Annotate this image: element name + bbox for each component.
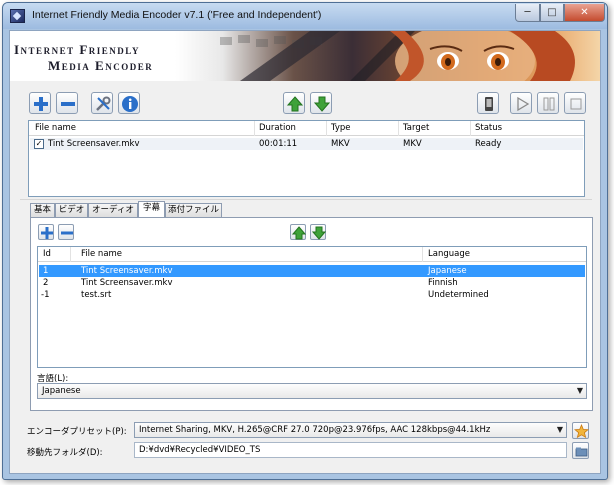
subtitle-id: 2 — [43, 278, 49, 288]
app-icon — [10, 9, 25, 23]
play-icon — [517, 96, 530, 112]
column-header-file-name[interactable]: File name — [35, 123, 76, 133]
remove-file-button[interactable] — [56, 92, 78, 114]
subtitle-move-down-button[interactable] — [310, 224, 326, 240]
subtitle-file: test.srt — [81, 290, 112, 300]
column-header-type[interactable]: Type — [331, 123, 351, 133]
pause-button[interactable] — [537, 92, 559, 114]
stop-icon — [570, 98, 582, 110]
move-down-button[interactable] — [310, 92, 332, 114]
column-header-duration[interactable]: Duration — [259, 123, 296, 133]
column-header-status[interactable]: Status — [475, 123, 502, 133]
banner-title-line1: Internet Friendly — [14, 42, 140, 57]
output-folder-input[interactable]: D:¥dvd¥Recycled¥VIDEO_TS — [134, 442, 567, 458]
row-type: MKV — [331, 139, 350, 149]
output-folder-value: D:¥dvd¥Recycled¥VIDEO_TS — [139, 445, 261, 455]
window-title: Internet Friendly Media Encoder v7.1 ('F… — [32, 9, 322, 21]
tools-icon — [96, 96, 111, 111]
add-icon — [41, 227, 53, 239]
move-up-button[interactable] — [283, 92, 305, 114]
remove-icon — [61, 102, 75, 106]
table-row[interactable]: ✓ Tint Screensaver.mkv 00:01:11 MKV MKV … — [30, 138, 583, 150]
settings-button[interactable] — [91, 92, 113, 114]
row-target: MKV — [403, 139, 422, 149]
add-icon — [34, 97, 48, 111]
tab-audio[interactable]: オーディオ — [88, 203, 138, 217]
remove-subtitle-button[interactable] — [58, 224, 74, 240]
browse-folder-button[interactable] — [572, 442, 589, 459]
remove-icon — [61, 231, 73, 235]
splitter[interactable] — [20, 199, 592, 200]
language-select-value: Japanese — [42, 386, 81, 396]
tab-subtitles[interactable]: 字幕 — [138, 201, 165, 217]
subtitle-language: Japanese — [428, 266, 467, 276]
row-checkbox[interactable]: ✓ — [34, 139, 44, 149]
stop-button[interactable] — [564, 92, 586, 114]
queue-list-header: File name Duration Type Target Status — [29, 121, 584, 136]
move-down-icon — [313, 96, 331, 112]
tab-basic[interactable]: 基本 — [30, 203, 55, 217]
banner-title-line2: Media Encoder — [48, 58, 154, 73]
move-up-icon — [292, 226, 306, 240]
preset-label: エンコーダプリセット(P): — [27, 427, 127, 437]
add-subtitle-button[interactable] — [38, 224, 54, 240]
subtitle-language: Undetermined — [428, 290, 489, 300]
table-row[interactable]: 2 Tint Screensaver.mkv Finnish — [39, 277, 585, 289]
subtitle-file: Tint Screensaver.mkv — [81, 266, 173, 276]
language-select[interactable]: Japanese ▼ — [37, 383, 587, 399]
title-bar[interactable]: Internet Friendly Media Encoder v7.1 ('F… — [3, 3, 607, 29]
add-file-button[interactable] — [29, 92, 51, 114]
info-icon — [122, 96, 138, 112]
table-row[interactable]: 1 Tint Screensaver.mkv Japanese — [39, 265, 585, 277]
row-status: Ready — [475, 139, 502, 149]
preset-favorite-button[interactable] — [572, 422, 589, 439]
subtitles-panel: Id File name Language 1 Tint Screensaver… — [30, 217, 593, 411]
tab-attachments[interactable]: 添付ファイル — [165, 203, 222, 217]
info-button[interactable] — [118, 92, 140, 114]
row-duration: 00:01:11 — [259, 139, 298, 149]
column-header-language[interactable]: Language — [428, 249, 470, 259]
preset-select[interactable]: Internet Sharing, MKV, H.265@CRF 27.0 72… — [134, 422, 567, 438]
chevron-down-icon: ▼ — [576, 386, 583, 395]
subtitle-file: Tint Screensaver.mkv — [81, 278, 173, 288]
column-header-target[interactable]: Target — [403, 123, 429, 133]
start-button[interactable] — [510, 92, 532, 114]
chevron-down-icon: ▼ — [556, 425, 563, 434]
queue-list[interactable]: File name Duration Type Target Status ✓ … — [28, 120, 585, 197]
folder-icon — [575, 447, 588, 457]
subtitle-id: 1 — [43, 266, 49, 276]
preset-select-value: Internet Sharing, MKV, H.265@CRF 27.0 72… — [139, 425, 491, 435]
move-up-icon — [286, 96, 304, 112]
subtitle-language: Finnish — [428, 278, 458, 288]
subtitle-id: -1 — [41, 290, 50, 300]
device-button[interactable] — [477, 92, 499, 114]
column-header-id[interactable]: Id — [43, 249, 51, 259]
move-down-icon — [312, 226, 326, 240]
device-icon — [485, 97, 493, 111]
row-file-name: Tint Screensaver.mkv — [48, 139, 140, 149]
table-row[interactable]: -1 test.srt Undetermined — [39, 289, 585, 301]
main-client-area: Internet Friendly Media Encoder File nam… — [9, 30, 601, 474]
column-header-file-name[interactable]: File name — [81, 249, 122, 259]
pause-icon — [543, 97, 555, 111]
app-window: Internet Friendly Media Encoder v7.1 ('F… — [2, 2, 608, 480]
subtitle-move-up-button[interactable] — [290, 224, 306, 240]
folder-label: 移動先フォルダ(D): — [27, 448, 103, 458]
minimize-button[interactable]: ─ — [515, 4, 540, 22]
tab-strip: 基本 ビデオ オーディオ 字幕 添付ファイル — [30, 201, 593, 218]
subtitle-list-header: Id File name Language — [38, 247, 586, 262]
subtitle-list[interactable]: Id File name Language 1 Tint Screensaver… — [37, 246, 587, 368]
star-icon — [574, 424, 589, 439]
maximize-button[interactable]: □ — [540, 4, 564, 22]
tab-video[interactable]: ビデオ — [55, 203, 88, 217]
close-button[interactable]: ✕ — [564, 4, 605, 22]
app-banner: Internet Friendly Media Encoder — [10, 31, 600, 81]
